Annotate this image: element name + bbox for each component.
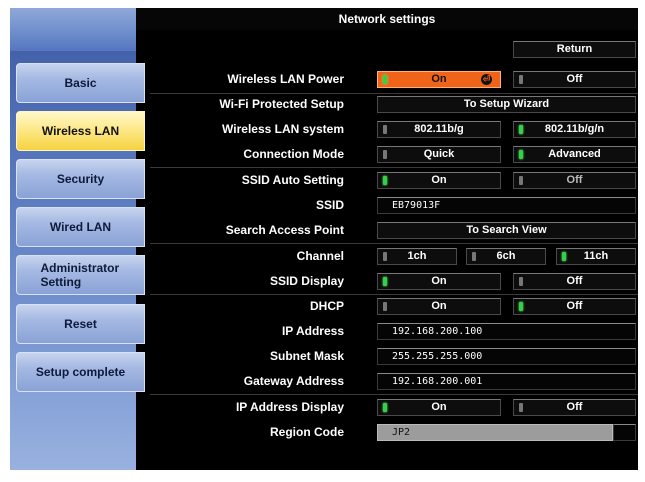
- ip-display-label: IP Address Display: [235, 400, 344, 414]
- led-indicator-icon: [383, 150, 387, 159]
- led-indicator-icon: [383, 302, 387, 311]
- subnet-mask-field[interactable]: 255.255.255.000: [377, 348, 636, 365]
- sidebar-item-label: Wired LAN: [49, 220, 112, 234]
- button-label: Off: [566, 300, 583, 312]
- ssid-auto-on-button[interactable]: On: [377, 172, 501, 189]
- wireless-lan-power-label: Wireless LAN Power: [227, 72, 344, 86]
- settings-window: Basic Wireless LAN Security Wired LAN Ad…: [10, 8, 638, 470]
- ip-display-on-button[interactable]: On: [377, 399, 501, 416]
- button-label: On: [431, 73, 447, 85]
- wireless-lan-power-on-button[interactable]: On ⏎: [377, 71, 501, 88]
- ip-address-field[interactable]: 192.168.200.100: [377, 323, 636, 340]
- button-label: 802.11b/g/n: [544, 123, 605, 135]
- sidebar-item-administrator-setting[interactable]: Administrator Setting: [16, 255, 145, 295]
- button-label: On: [431, 275, 447, 287]
- wireless-lan-power-off-button[interactable]: Off: [513, 71, 636, 88]
- button-label: 1ch: [407, 250, 427, 262]
- region-code-field-end: [613, 424, 636, 441]
- connection-mode-label: Connection Mode: [243, 147, 344, 161]
- sidebar-item-label: Setup complete: [35, 365, 126, 379]
- button-label: Off: [566, 73, 583, 85]
- connection-quick-button[interactable]: Quick: [377, 146, 501, 163]
- ssid-auto-off-button[interactable]: Off: [513, 172, 636, 189]
- ssid-display-on-button[interactable]: On: [377, 273, 501, 290]
- sidebar-item-basic[interactable]: Basic: [16, 63, 145, 103]
- button-label: On: [431, 300, 447, 312]
- wireless-system-80211bgn-button[interactable]: 802.11b/g/n: [513, 121, 636, 138]
- wps-label: Wi-Fi Protected Setup: [219, 97, 344, 111]
- setup-wizard-button[interactable]: To Setup Wizard: [377, 96, 636, 113]
- led-indicator-icon: [519, 403, 523, 412]
- led-indicator-icon: [383, 277, 387, 286]
- ssid-display-label: SSID Display: [269, 274, 344, 288]
- sidebar-item-label: Security: [56, 172, 105, 186]
- channel-6ch-button[interactable]: 6ch: [466, 248, 546, 265]
- dhcp-off-button[interactable]: Off: [513, 298, 636, 315]
- sidebar-item-wired-lan[interactable]: Wired LAN: [16, 207, 145, 247]
- search-view-button[interactable]: To Search View: [377, 222, 636, 239]
- button-label: Off: [566, 275, 583, 287]
- search-ap-label: Search Access Point: [225, 223, 344, 237]
- ssid-display-off-button[interactable]: Off: [513, 273, 636, 290]
- wireless-system-80211bg-button[interactable]: 802.11b/g: [377, 121, 501, 138]
- led-indicator-icon: [383, 125, 387, 134]
- channel-11ch-button[interactable]: 11ch: [556, 248, 636, 265]
- button-label: Off: [566, 401, 583, 413]
- button-label: On: [431, 401, 447, 413]
- led-indicator-icon: [472, 252, 476, 261]
- sidebar-item-label: Reset: [64, 317, 97, 331]
- button-label: 6ch: [496, 250, 516, 262]
- ssid-field[interactable]: EB79013F: [377, 197, 636, 214]
- region-code-label: Region Code: [270, 425, 344, 439]
- sidebar-item-label: Basic: [64, 76, 97, 90]
- button-label: 802.11b/g: [414, 123, 464, 135]
- subnet-mask-label: Subnet Mask: [269, 349, 344, 363]
- sidebar-item-wireless-lan[interactable]: Wireless LAN: [16, 111, 145, 151]
- led-indicator-icon: [519, 150, 523, 159]
- return-button[interactable]: Return: [513, 41, 636, 58]
- dhcp-on-button[interactable]: On: [377, 298, 501, 315]
- sidebar-item-setup-complete[interactable]: Setup complete: [16, 352, 145, 392]
- button-label: On: [431, 174, 447, 186]
- sidebar-item-label: Wireless LAN: [41, 124, 120, 138]
- gateway-label: Gateway Address: [243, 374, 344, 388]
- led-indicator-icon: [519, 176, 523, 185]
- led-indicator-icon: [562, 252, 566, 261]
- sidebar-item-label: Administrator Setting: [40, 261, 120, 289]
- ssid-auto-label: SSID Auto Setting: [241, 173, 344, 187]
- led-indicator-icon: [383, 403, 387, 412]
- channel-1ch-button[interactable]: 1ch: [377, 248, 457, 265]
- button-label: 11ch: [583, 250, 609, 262]
- window-title: Network settings: [136, 8, 638, 30]
- cursor-icon: ⏎: [481, 74, 492, 85]
- gateway-field[interactable]: 192.168.200.001: [377, 373, 636, 390]
- connection-advanced-button[interactable]: Advanced: [513, 146, 636, 163]
- led-indicator-icon: [519, 277, 523, 286]
- wireless-lan-system-label: Wireless LAN system: [222, 122, 344, 136]
- ssid-label: SSID: [315, 198, 344, 212]
- dhcp-label: DHCP: [309, 299, 344, 313]
- sidebar-item-reset[interactable]: Reset: [16, 304, 145, 344]
- led-indicator-icon: [519, 302, 523, 311]
- led-indicator-icon: [383, 75, 387, 84]
- region-code-field: JP2: [377, 424, 613, 441]
- ip-address-label: IP Address: [281, 324, 344, 338]
- channel-label: Channel: [296, 249, 344, 263]
- button-label: Quick: [423, 148, 455, 160]
- button-label: Advanced: [548, 148, 601, 160]
- led-indicator-icon: [383, 252, 387, 261]
- led-indicator-icon: [519, 125, 523, 134]
- sidebar-item-security[interactable]: Security: [16, 159, 145, 199]
- ip-display-off-button[interactable]: Off: [513, 399, 636, 416]
- led-indicator-icon: [383, 176, 387, 185]
- button-label: Off: [566, 174, 583, 186]
- led-indicator-icon: [519, 75, 523, 84]
- sidebar-header: [10, 8, 136, 51]
